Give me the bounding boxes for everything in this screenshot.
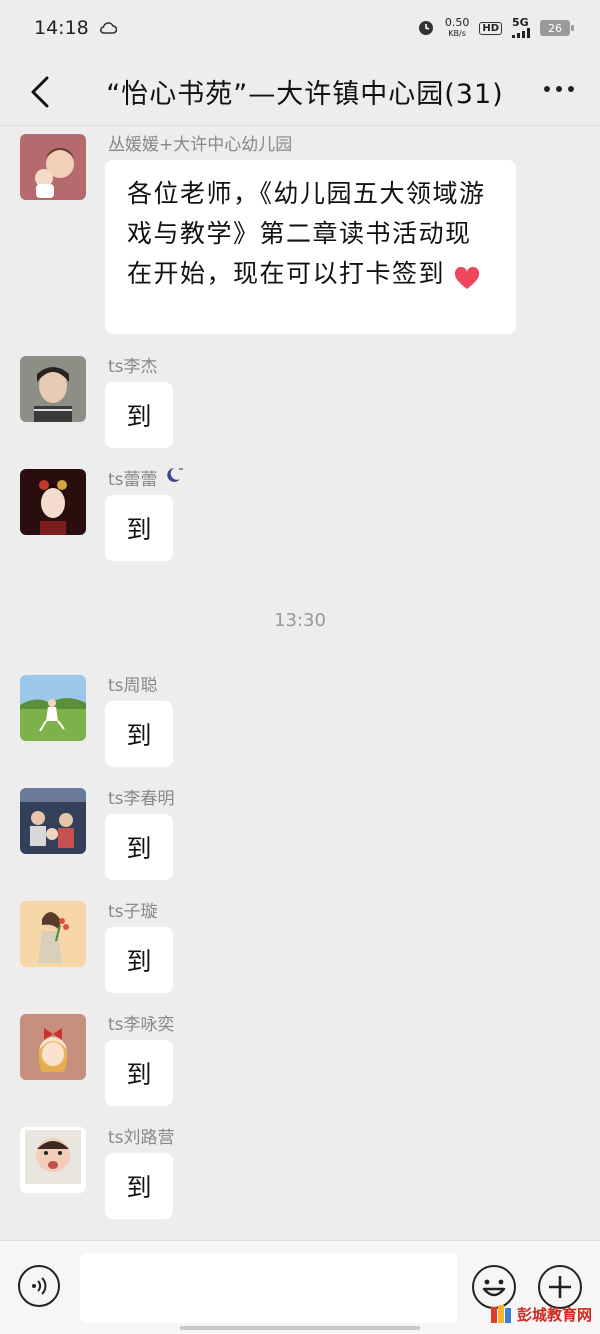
sender-name: ts李咏奕: [108, 1015, 175, 1035]
message-input[interactable]: [80, 1253, 457, 1323]
sender-name: ts刘路营: [108, 1128, 175, 1148]
chat-header: “怡心书苑”—大许镇中心园(31): [0, 56, 600, 126]
sender-name-text: ts蕾蕾: [108, 470, 158, 490]
more-dot: [568, 86, 574, 92]
home-indicator: [180, 1326, 420, 1330]
sender-name: ts李杰: [108, 357, 158, 377]
message-text: 到: [126, 834, 152, 863]
message-text: 到: [126, 1060, 152, 1089]
alarm-icon: [417, 18, 435, 39]
heart-emoji-icon: [454, 263, 480, 289]
message-bubble[interactable]: 到: [105, 1040, 173, 1106]
message-bubble[interactable]: 到: [105, 495, 173, 561]
sender-name: ts子璇: [108, 902, 158, 922]
battery-icon: 26: [540, 20, 574, 36]
status-bar: 14:18 0.50 KB/s HD 5G 26: [0, 0, 600, 56]
voice-button[interactable]: [18, 1265, 60, 1307]
hd-badge: HD: [479, 21, 502, 35]
plus-icon: [549, 1276, 571, 1298]
sender-name: ts李春明: [108, 789, 175, 809]
message-bubble[interactable]: 到: [105, 814, 173, 880]
sender-name: ts蕾蕾: [108, 465, 184, 490]
chevron-left-icon: [31, 76, 49, 108]
avatar[interactable]: [20, 901, 86, 967]
avatar[interactable]: [20, 356, 86, 422]
moon-status-icon: [164, 466, 184, 489]
message-text: 各位老师，《幼儿园五大领域游戏与教学》第二章读书活动现在开始，现在可以打卡签到: [127, 179, 486, 288]
watermark: 彭城教育网: [489, 1303, 592, 1325]
message-text: 到: [126, 1173, 152, 1202]
book-logo-icon: [490, 1305, 511, 1323]
time-divider: 13:30: [274, 610, 326, 631]
sender-name: 丛媛媛+大许中心幼儿园: [108, 135, 293, 155]
net-speed-value: 0.50: [444, 16, 470, 29]
message-text: 到: [126, 515, 152, 544]
smiley-icon: [482, 1279, 506, 1297]
more-dot: [544, 86, 550, 92]
sender-name: ts周聪: [108, 676, 158, 696]
net-speed: 0.50 KB/s: [445, 17, 470, 39]
message-bubble[interactable]: 各位老师，《幼儿园五大领域游戏与教学》第二章读书活动现在开始，现在可以打卡签到: [105, 160, 516, 334]
net-speed-unit: KB/s: [448, 29, 466, 38]
signal-icon: [512, 28, 530, 38]
message-bubble[interactable]: 到: [105, 701, 173, 767]
network-type: 5G: [512, 16, 529, 29]
message-bubble[interactable]: 到: [105, 1153, 173, 1219]
chat-title: “怡心书苑”—大许镇中心园(31): [106, 79, 504, 110]
more-dot: [556, 86, 562, 92]
avatar[interactable]: [20, 1014, 86, 1080]
avatar[interactable]: [20, 675, 86, 741]
cloud-icon: [99, 17, 118, 39]
avatar[interactable]: [20, 788, 86, 854]
avatar[interactable]: [20, 134, 86, 200]
message-bubble[interactable]: 到: [105, 927, 173, 993]
avatar[interactable]: [20, 1127, 86, 1193]
voice-icon: [32, 1277, 47, 1295]
message-text: 到: [126, 402, 152, 431]
avatar[interactable]: [20, 469, 86, 535]
signal-group: 5G: [512, 16, 530, 38]
battery-level: 26: [548, 21, 562, 35]
message-text: 到: [126, 721, 152, 750]
watermark-text: 彭城教育网: [516, 1305, 592, 1324]
status-time: 14:18: [34, 17, 89, 39]
message-text: 到: [126, 947, 152, 976]
more-button[interactable]: [544, 86, 574, 92]
back-button[interactable]: [22, 74, 58, 110]
message-bubble[interactable]: 到: [105, 382, 173, 448]
